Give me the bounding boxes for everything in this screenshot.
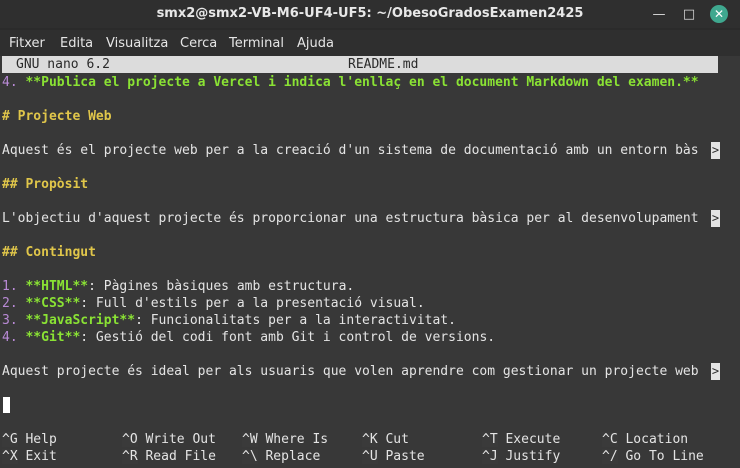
- menu-cerca[interactable]: Cerca: [180, 36, 217, 51]
- shortcut-where-is[interactable]: ^W Where Is: [242, 431, 328, 448]
- shortcut-label: Write Out: [145, 432, 216, 447]
- nano-version: GNU nano 6.2: [16, 57, 110, 72]
- list-number: 2.: [2, 296, 18, 311]
- editor-line: 4. **Publica el projecte a Vercel i indi…: [2, 74, 699, 91]
- list-item-bold: **CSS**: [17, 296, 81, 311]
- shortcut-label: Paste: [385, 449, 425, 464]
- menu-bar: Fitxer Edita Visualitza Cerca Terminal A…: [0, 30, 740, 56]
- list-item-bold: **JavaScript**: [17, 313, 136, 328]
- shortcut-exit[interactable]: ^X Exit: [2, 448, 57, 465]
- list-item-bold: **Git**: [17, 330, 81, 345]
- paragraph-1: Aquest és el projecte web per a la creac…: [2, 143, 699, 158]
- shortcut-read-file[interactable]: ^R Read File: [122, 448, 216, 465]
- heading-proposit: ## Propòsit: [2, 177, 89, 192]
- menu-terminal[interactable]: Terminal: [229, 36, 284, 51]
- shortcut-key: ^G: [2, 432, 18, 447]
- shortcut-go-to-line[interactable]: ^/ Go To Line: [602, 448, 704, 465]
- shortcut-key: ^W: [242, 432, 258, 447]
- shortcut-justify[interactable]: ^J Justify: [482, 448, 560, 465]
- line-overflow-marker: >: [711, 363, 720, 380]
- list-item-text: : Gestió del codi font amb Git i control…: [80, 330, 496, 345]
- list-item: 1. **HTML**: Pàgines bàsiques amb estruc…: [2, 278, 354, 295]
- shortcut-key: ^T: [482, 432, 498, 447]
- shortcut-key: ^C: [602, 432, 618, 447]
- close-icon[interactable]: ✕: [710, 5, 728, 23]
- shortcut-help[interactable]: ^G Help: [2, 431, 57, 448]
- shortcut-cut[interactable]: ^K Cut: [362, 431, 409, 448]
- list-item: 2. **CSS**: Full d'estils per a la prese…: [2, 295, 425, 312]
- nano-title-bar: GNU nano 6.2 README.md: [2, 56, 718, 73]
- shortcut-label: Justify: [505, 449, 561, 464]
- heading-projecte-web: # Projecte Web: [2, 109, 112, 124]
- shortcut-key: ^U: [362, 449, 378, 464]
- shortcut-label: Where Is: [265, 432, 329, 447]
- nano-filename: README.md: [348, 57, 419, 72]
- menu-fitxer[interactable]: Fitxer: [9, 36, 45, 51]
- line-overflow-marker: >: [711, 210, 720, 227]
- list-number: 4.: [2, 330, 18, 345]
- line-overflow-marker: >: [711, 142, 720, 159]
- list-item-text: : Pàgines bàsiques amb estructura.: [88, 279, 355, 294]
- paragraph-2: L'objectiu d'aquest projecte és proporci…: [2, 211, 699, 226]
- paragraph-3: Aquest projecte és ideal per als usuaris…: [2, 364, 699, 379]
- list-item: 4. **Git**: Gestió del codi font amb Git…: [2, 329, 495, 346]
- shortcut-location[interactable]: ^C Location: [602, 431, 688, 448]
- shortcut-key: ^R: [122, 449, 138, 464]
- shortcut-label: Read File: [145, 449, 216, 464]
- menu-ajuda[interactable]: Ajuda: [297, 36, 334, 51]
- maximize-icon[interactable]: □: [680, 5, 698, 23]
- list-number: 1.: [2, 279, 18, 294]
- minimize-icon[interactable]: —: [650, 5, 668, 23]
- list-number: 4.: [2, 75, 18, 90]
- list-item-text: : Full d'estils per a la presentació vis…: [80, 296, 425, 311]
- window-titlebar[interactable]: smx2@smx2-VB-M6-UF4-UF5: ~/ObesoGradosEx…: [0, 0, 740, 28]
- list-number: 3.: [2, 313, 18, 328]
- shortcut-paste[interactable]: ^U Paste: [362, 448, 425, 465]
- shortcut-label: Exit: [25, 449, 57, 464]
- terminal-scrollbar[interactable]: [732, 60, 738, 460]
- shortcut-key: ^O: [122, 432, 138, 447]
- shortcut-write-out[interactable]: ^O Write Out: [122, 431, 216, 448]
- shortcut-label: Help: [25, 432, 57, 447]
- text-cursor: [3, 397, 10, 413]
- shortcut-label: Go To Line: [625, 449, 704, 464]
- shortcut-label: Replace: [265, 449, 321, 464]
- window-title: smx2@smx2-VB-M6-UF4-UF5: ~/ObesoGradosEx…: [156, 6, 584, 21]
- shortcut-key: ^K: [362, 432, 378, 447]
- list-item-bold: **HTML**: [17, 279, 89, 294]
- menu-edita[interactable]: Edita: [60, 36, 93, 51]
- menu-visualitza[interactable]: Visualitza: [106, 36, 168, 51]
- shortcut-key: ^X: [2, 449, 18, 464]
- terminal-area[interactable]: GNU nano 6.2 README.md 4. **Publica el p…: [0, 56, 740, 468]
- shortcut-execute[interactable]: ^T Execute: [482, 431, 560, 448]
- shortcut-replace[interactable]: ^\ Replace: [242, 448, 320, 465]
- shortcut-key: ^/: [602, 449, 618, 464]
- shortcut-key: ^\: [242, 449, 258, 464]
- shortcut-label: Cut: [385, 432, 409, 447]
- bold-text: **Publica el projecte a Vercel i indica …: [17, 75, 699, 90]
- heading-contingut: ## Contingut: [2, 245, 96, 260]
- shortcut-label: Execute: [505, 432, 561, 447]
- list-item: 3. **JavaScript**: Funcionalitats per a …: [2, 312, 456, 329]
- shortcut-key: ^J: [482, 449, 498, 464]
- list-item-text: : Funcionalitats per a la interactivitat…: [135, 313, 456, 328]
- shortcut-label: Location: [625, 432, 689, 447]
